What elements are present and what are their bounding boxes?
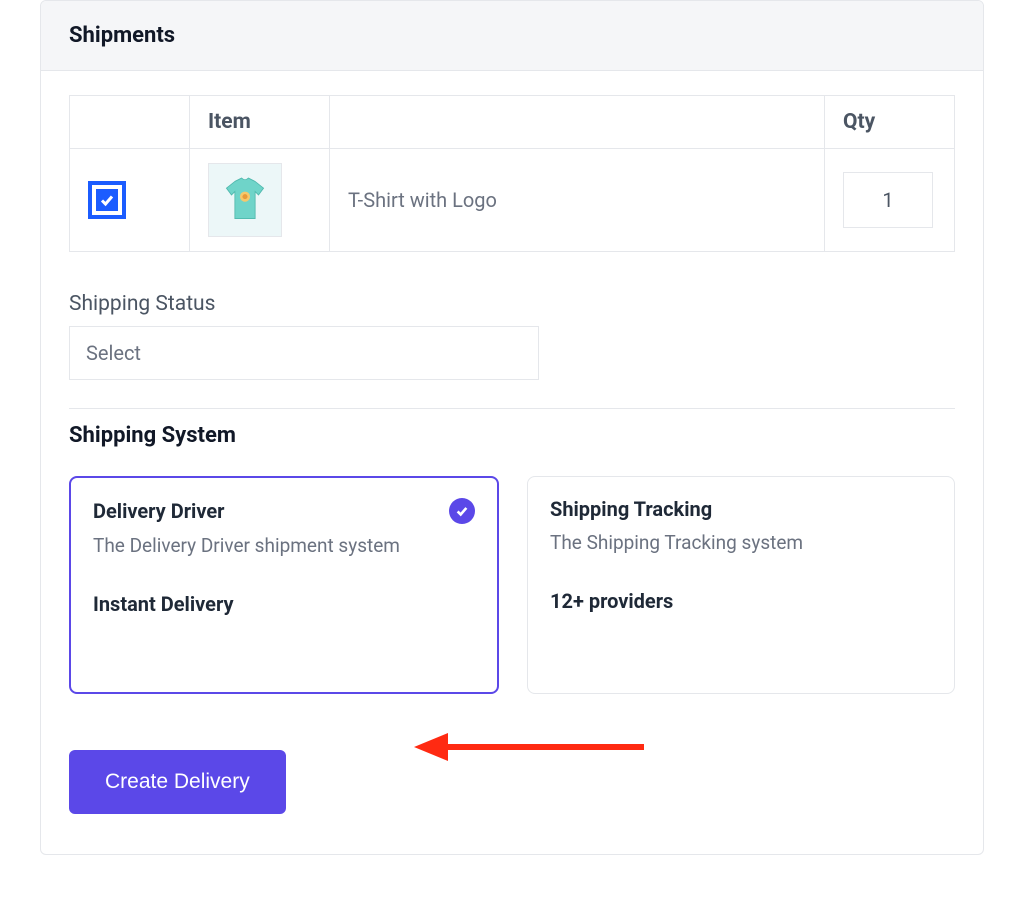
items-table: Item Qty (69, 95, 955, 252)
option-desc: The Shipping Tracking system (550, 529, 932, 557)
table-row: T-Shirt with Logo 1 (70, 149, 955, 252)
col-header-name (330, 96, 825, 149)
divider (69, 408, 955, 409)
create-delivery-button[interactable]: Create Delivery (69, 750, 286, 814)
row-checkbox[interactable] (88, 181, 126, 219)
col-header-checkbox (70, 96, 190, 149)
shipments-panel: Shipments Item Qty (40, 0, 984, 855)
option-title: Shipping Tracking (550, 497, 712, 521)
option-title: Delivery Driver (93, 499, 224, 523)
shipping-status-label: Shipping Status (69, 292, 955, 316)
option-footer: 12+ providers (550, 589, 932, 613)
annotation-arrow-icon (414, 722, 654, 776)
panel-header: Shipments (41, 1, 983, 71)
selected-check-icon (449, 498, 475, 524)
shipping-system-options: Delivery Driver The Delivery Driver ship… (69, 476, 955, 694)
option-desc: The Delivery Driver shipment system (93, 532, 475, 560)
col-header-qty: Qty (825, 96, 955, 149)
check-icon (96, 189, 118, 211)
panel-title: Shipments (69, 23, 955, 48)
shipping-system-heading: Shipping System (69, 423, 955, 448)
shipping-status-value: Select (86, 341, 141, 365)
option-delivery-driver[interactable]: Delivery Driver The Delivery Driver ship… (69, 476, 499, 694)
option-footer: Instant Delivery (93, 592, 475, 616)
col-header-item: Item (190, 96, 330, 149)
qty-input[interactable]: 1 (843, 172, 933, 228)
product-name: T-Shirt with Logo (330, 149, 825, 252)
action-row: Create Delivery (69, 694, 955, 814)
shipping-status-select[interactable]: Select (69, 326, 539, 380)
option-shipping-tracking[interactable]: Shipping Tracking The Shipping Tracking … (527, 476, 955, 694)
tshirt-icon (218, 173, 272, 227)
product-thumbnail (208, 163, 282, 237)
panel-body: Item Qty (41, 71, 983, 854)
